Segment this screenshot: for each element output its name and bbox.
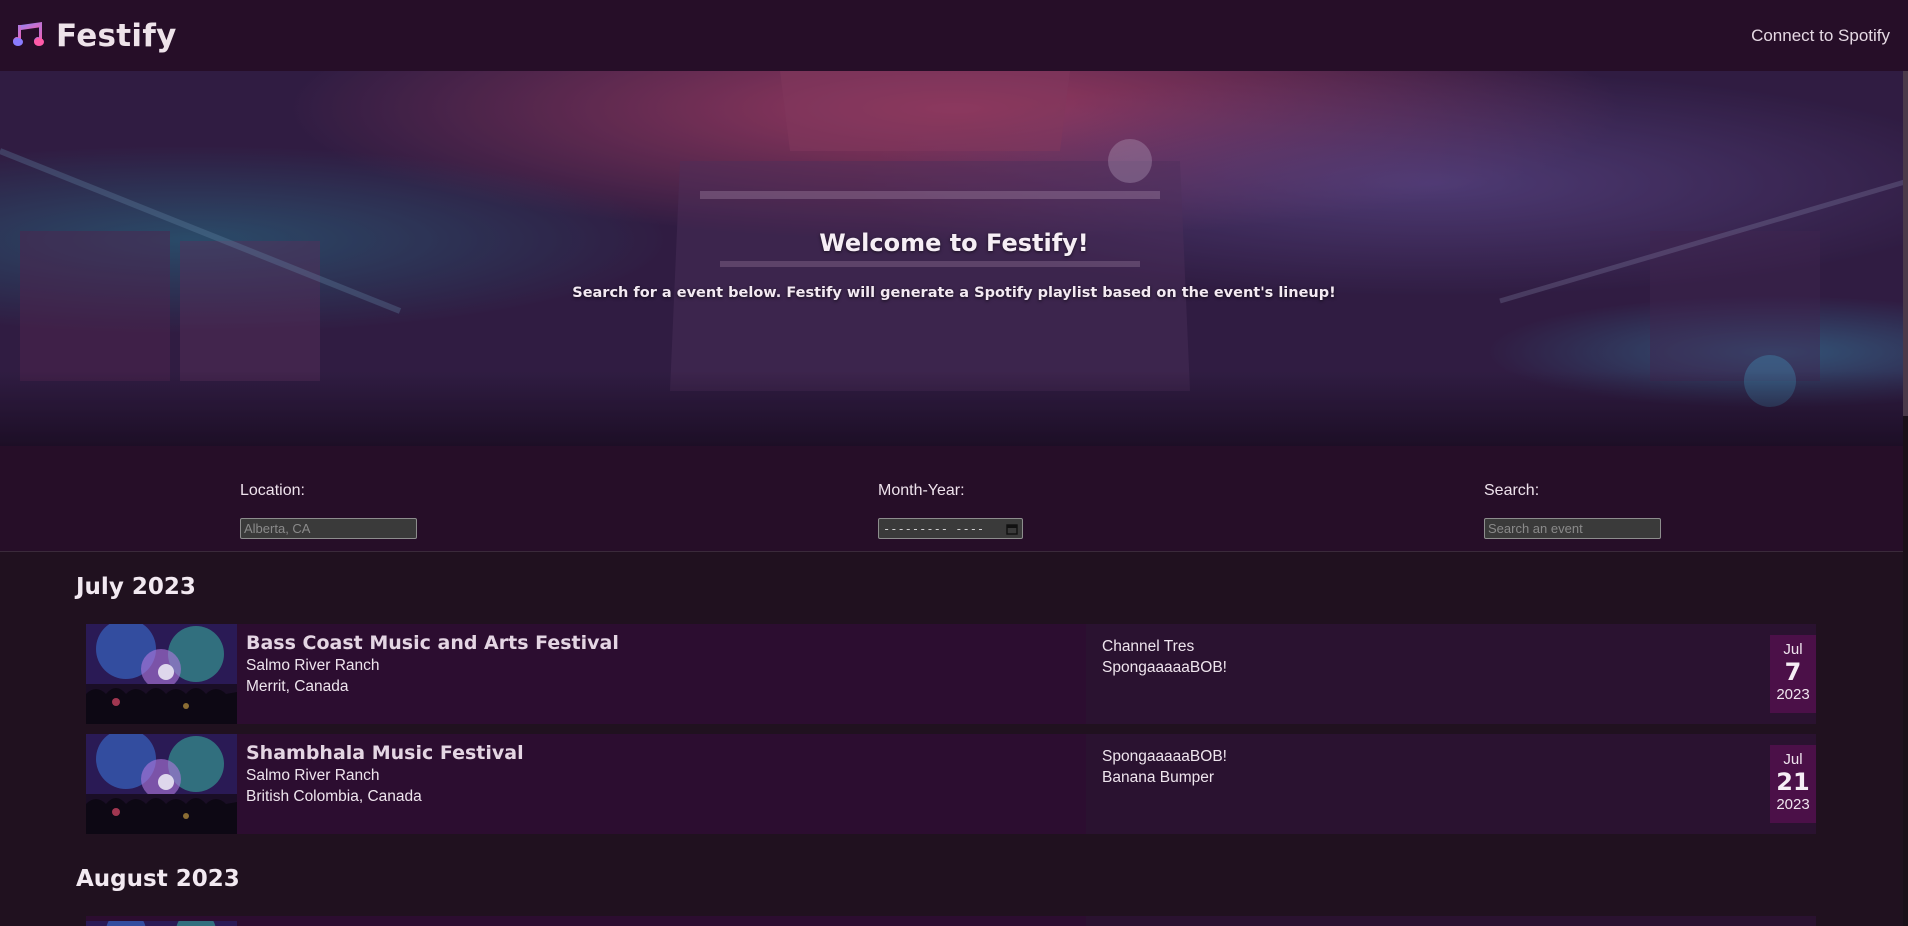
event-city: British Colombia, Canada: [246, 788, 422, 805]
connect-spotify-link[interactable]: Connect to Spotify: [1751, 26, 1890, 46]
scrollbar-thumb[interactable]: [1903, 71, 1908, 416]
event-name[interactable]: Shambhala Music Festival: [246, 742, 524, 764]
event-thumbnail: [86, 734, 237, 834]
lineup-artist: SpongaaaaaBOB!: [1102, 748, 1227, 765]
month-year-input[interactable]: --------- ----: [878, 518, 1023, 539]
brand[interactable]: Festify: [12, 18, 177, 54]
month-heading: August 2023: [76, 866, 240, 892]
search-label: Search:: [1484, 482, 1540, 499]
month-year-value: --------- ----: [883, 521, 985, 536]
lineup-artist: Banana Bumper: [1102, 769, 1215, 786]
search-input[interactable]: [1484, 518, 1661, 539]
hero-banner: Welcome to Festify! Search for a event b…: [0, 71, 1908, 446]
event-card[interactable]: [86, 916, 1816, 926]
event-lineup: Channel Tres SpongaaaaaBOB!: [1102, 636, 1227, 678]
date-day: 7: [1784, 658, 1802, 686]
month-year-label: Month-Year:: [878, 482, 965, 499]
lineup-artist: SpongaaaaaBOB!: [1102, 659, 1227, 676]
location-label: Location:: [240, 482, 305, 499]
hero-subtitle: Search for a event below. Festify will g…: [572, 285, 1336, 301]
brand-name: Festify: [56, 17, 177, 54]
event-name[interactable]: Bass Coast Music and Arts Festival: [246, 632, 619, 654]
location-input[interactable]: [240, 518, 417, 539]
events-list: July 2023 Bass Coast Music and Arts Fest…: [0, 552, 1908, 926]
location-filter: Location:: [240, 482, 417, 539]
date-month: Jul: [1783, 751, 1803, 768]
lineup-artist: Channel Tres: [1102, 638, 1195, 655]
hero-title: Welcome to Festify!: [819, 229, 1089, 257]
date-month: Jul: [1783, 641, 1803, 658]
event-thumbnail: [86, 624, 237, 724]
date-year: 2023: [1776, 686, 1810, 703]
event-card[interactable]: Bass Coast Music and Arts Festival Salmo…: [86, 624, 1816, 724]
music-note-icon: [13, 21, 44, 46]
date-year: 2023: [1776, 796, 1810, 813]
calendar-icon[interactable]: [1006, 523, 1018, 535]
search-filter: Search:: [1484, 482, 1661, 539]
search-filters: Location: Month-Year: --------- ---- Sea…: [0, 446, 1908, 552]
event-venue: Salmo River Ranch: [246, 657, 380, 674]
month-heading: July 2023: [76, 574, 196, 600]
event-thumbnail: [86, 916, 237, 926]
event-date-badge: Jul 7 2023: [1770, 635, 1816, 713]
event-date-badge: Jul 21 2023: [1770, 745, 1816, 823]
event-card[interactable]: Shambhala Music Festival Salmo River Ran…: [86, 734, 1816, 834]
top-nav: Festify Connect to Spotify: [0, 0, 1908, 71]
date-day: 21: [1776, 768, 1810, 796]
event-venue: Salmo River Ranch: [246, 767, 380, 784]
month-year-filter: Month-Year: --------- ----: [878, 482, 1023, 539]
event-city: Merrit, Canada: [246, 678, 349, 695]
event-lineup: SpongaaaaaBOB! Banana Bumper: [1102, 746, 1227, 788]
